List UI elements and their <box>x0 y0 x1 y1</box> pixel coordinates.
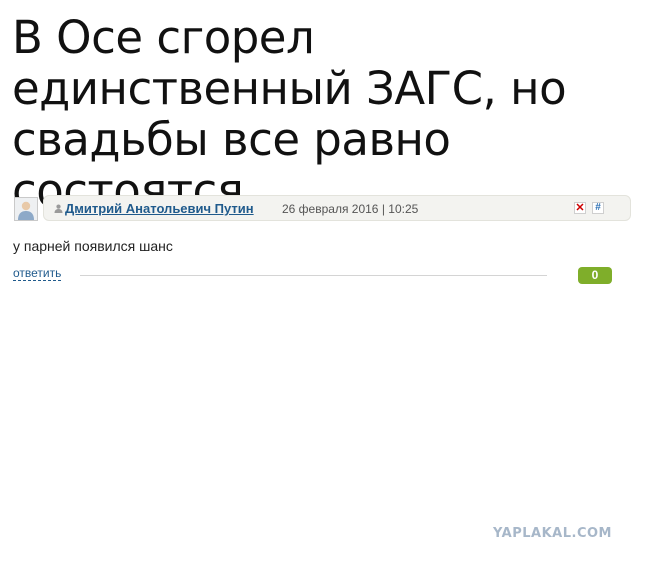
avatar-placeholder-icon <box>15 198 37 220</box>
comment-text: у парней появился шанс <box>13 238 173 254</box>
comment-header: Дмитрий Анатольевич Путин 26 февраля 201… <box>43 195 631 221</box>
permalink-icon[interactable]: # <box>592 202 604 214</box>
site-watermark: YAPLAKAL.COM <box>493 526 612 541</box>
comment-date: 26 февраля 2016 | 10:25 <box>282 202 419 216</box>
reply-link[interactable]: ответить <box>13 266 62 281</box>
rating-badge[interactable]: 0 <box>578 267 612 284</box>
divider <box>80 275 547 276</box>
avatar[interactable] <box>14 197 38 221</box>
delete-icon[interactable]: ✕ <box>574 202 586 214</box>
article-title: В Осе сгорел единственный ЗАГС, но свадь… <box>12 11 567 217</box>
user-icon <box>54 204 63 213</box>
author-link[interactable]: Дмитрий Анатольевич Путин <box>65 201 254 216</box>
